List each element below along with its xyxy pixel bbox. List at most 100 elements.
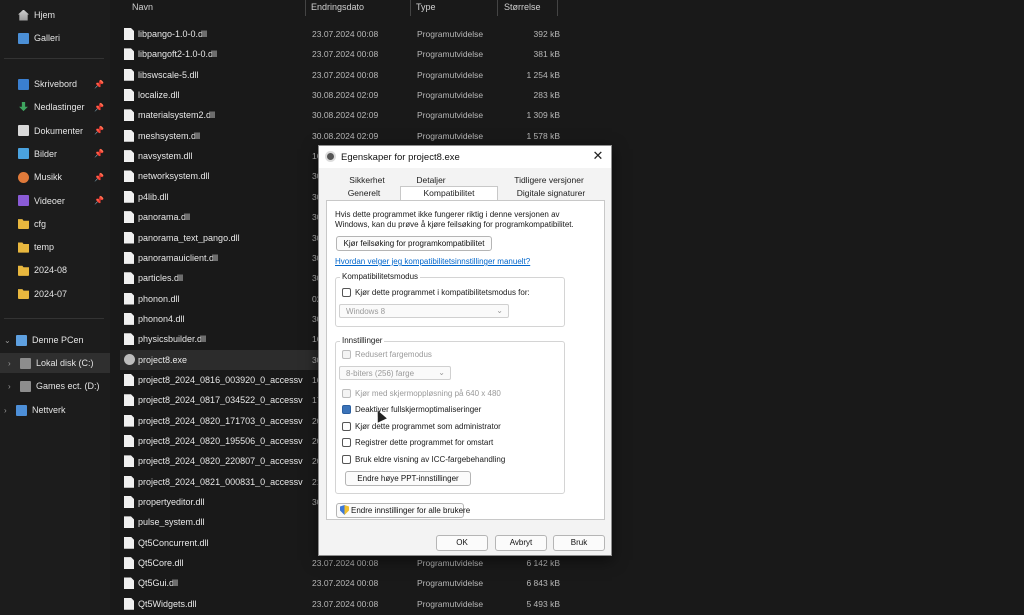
file-row[interactable]: localize.dll 30.08.2024 02:09 Programutvid… [120, 85, 572, 105]
sidebar-item-label: 2024-08 [34, 265, 68, 276]
properties-dialog: Egenskaper for project8.exe ✕ Sikkerhet … [318, 145, 612, 556]
reduced-color-checkbox[interactable] [342, 350, 351, 359]
column-header-name[interactable]: Navn [132, 2, 153, 12]
column-header-type[interactable]: Type [416, 2, 436, 12]
high-dpi-settings-button[interactable]: Endre høye PPT-innstillinger [345, 471, 471, 486]
column-separator[interactable] [410, 0, 411, 16]
dll-file-icon [124, 312, 134, 325]
file-row[interactable]: materialsystem2.dll 30.08.2024 02:09 Progr… [120, 105, 572, 125]
dll-file-icon [124, 211, 134, 224]
ok-button[interactable]: OK [436, 535, 488, 551]
file-type: Programutvidelse [417, 69, 484, 80]
sidebar-item-temp[interactable]: temp [0, 237, 110, 257]
chevron-icon[interactable]: › [4, 406, 14, 415]
column-header-date[interactable]: Endringsdato [311, 2, 364, 12]
file-row[interactable]: meshsystem.dll 30.08.2024 02:09 Programutv… [120, 126, 572, 146]
column-header-size[interactable]: Størrelse [504, 2, 541, 12]
compatibility-mode-checkbox[interactable] [342, 288, 351, 297]
drive-icon [20, 357, 31, 369]
file-date: 23.07.2024 00:08 [312, 49, 379, 60]
color-depth-value: 8-biters (256) farge [346, 369, 415, 378]
disable-fullscreen-checkbox[interactable] [342, 405, 351, 414]
tab-security[interactable]: Sikkerhet [337, 174, 397, 188]
music-icon [18, 171, 29, 183]
legacy-icc-checkbox[interactable] [342, 455, 351, 464]
chevron-icon[interactable]: › [8, 382, 18, 391]
column-separator[interactable] [497, 0, 498, 16]
dll-file-icon [124, 496, 134, 509]
pin-icon: 📌 [94, 79, 104, 89]
file-name: meshsystem.dll [138, 130, 201, 141]
compatibility-os-select[interactable]: Windows 8 ⌄ [339, 304, 509, 318]
dll-file-icon [124, 414, 134, 427]
resolution-640-label[interactable]: Kjør med skjermoppløsning på 640 x 480 [355, 389, 501, 398]
sidebar-item-2024-08[interactable]: 2024-08 [0, 260, 110, 280]
sidebar-item-label: Bilder [34, 148, 58, 159]
sidebar-item-label: Denne PCen [32, 335, 84, 345]
dialog-titlebar[interactable]: Egenskaper for project8.exe ✕ [319, 146, 611, 168]
sidebar-item-label: Hjem [34, 10, 56, 20]
file-size: 1 254 kB [526, 69, 560, 80]
register-restart-checkbox[interactable] [342, 438, 351, 447]
file-row[interactable]: Qt5Core.dll 23.07.2024 00:08 Programutvide… [120, 553, 572, 573]
run-as-admin-label[interactable]: Kjør dette programmet som administrator [355, 422, 501, 431]
file-type: Programutvidelse [417, 110, 484, 121]
sidebar-item-nettverk[interactable]: › Nettverk [0, 400, 110, 420]
dll-file-icon [124, 597, 134, 610]
videos-icon [18, 195, 29, 206]
resolution-640-checkbox[interactable] [342, 389, 351, 398]
file-name: project8_2024_0817_034522_0_accessviola.… [138, 395, 303, 406]
sidebar-item-galleri[interactable]: Galleri [0, 28, 110, 48]
sidebar-item-videoer[interactable]: Videoer 📌 [0, 191, 110, 211]
compatibility-mode-checkbox-label[interactable]: Kjør dette programmet i kompatibilitetsm… [355, 288, 530, 297]
color-depth-select[interactable]: 8-biters (256) farge ⌄ [339, 366, 451, 380]
file-type: Programutvidelse [417, 598, 484, 609]
file-row[interactable]: libpangoft2-1.0-0.dll 23.07.2024 00:08 Pro… [120, 44, 572, 64]
file-row[interactable]: Qt5Gui.dll 23.07.2024 00:08 Programutvidel… [120, 573, 572, 593]
file-name: panorama.dll [138, 212, 191, 223]
pc-icon [16, 334, 27, 346]
file-row[interactable]: libswscale-5.dll 23.07.2024 00:08 Programu… [120, 65, 572, 85]
sidebar-item-hjem[interactable]: Hjem [0, 5, 110, 25]
dialog-title: Egenskaper for project8.exe [341, 152, 460, 163]
pin-icon: 📌 [94, 196, 104, 205]
file-row[interactable]: Qt5Widgets.dll 23.07.2024 00:08 Programutv… [120, 594, 572, 614]
manual-settings-link[interactable]: Hvordan velger jeg kompatibilitetsinnsti… [335, 257, 530, 266]
tab-previous-versions[interactable]: Tidligere versjoner [499, 174, 599, 188]
gallery-icon [18, 32, 29, 44]
sidebar-item-cfg[interactable]: cfg [0, 214, 110, 234]
file-name: phonon.dll [138, 293, 180, 304]
column-separator[interactable] [305, 0, 306, 16]
file-name: libswscale-5.dll [138, 69, 199, 80]
sidebar-item-lokal-disk-c[interactable]: › Lokal disk (C:) [0, 353, 110, 373]
sidebar-item-nedlastinger[interactable]: Nedlastinger 📌 [0, 97, 110, 117]
file-row[interactable]: libpango-1.0-0.dll 23.07.2024 00:08 Progra… [120, 24, 572, 44]
cancel-button[interactable]: Avbryt [495, 535, 547, 551]
sidebar-item-dokumenter[interactable]: Dokumenter 📌 [0, 121, 110, 141]
column-separator[interactable] [557, 0, 558, 16]
apply-button[interactable]: Bruk [553, 535, 605, 551]
close-icon[interactable]: ✕ [590, 148, 606, 164]
register-restart-label[interactable]: Registrer dette programmet for omstart [355, 438, 493, 447]
file-name: project8_2024_0820_195506_0_accessviola.… [138, 436, 303, 446]
sidebar-item-musikk[interactable]: Musikk 📌 [0, 167, 110, 187]
change-all-users-button[interactable]: Endre innstillinger for alle brukere [336, 503, 470, 518]
sidebar-item-bilder[interactable]: Bilder 📌 [0, 144, 110, 164]
settings-group-label: Innstillinger [340, 336, 385, 345]
tab-digital-signatures[interactable]: Digitale signaturer [501, 187, 601, 201]
sidebar-item-denne-pcen[interactable]: ⌄ Denne PCen [0, 330, 110, 350]
sidebar-item-2024-07[interactable]: 2024-07 [0, 284, 110, 304]
sidebar-item-games-ect-d[interactable]: › Games ect. (D:) [0, 376, 110, 396]
reduced-color-label[interactable]: Redusert fargemodus [355, 350, 432, 359]
tab-compatibility[interactable]: Kompatibilitet [400, 186, 498, 201]
tab-general[interactable]: Generelt [329, 187, 399, 201]
chevron-icon[interactable]: › [8, 359, 18, 368]
sidebar-item-skrivebord[interactable]: Skrivebord 📌 [0, 74, 110, 94]
troubleshoot-button[interactable]: Kjør feilsøking for programkompatibilite… [336, 236, 492, 251]
downloads-icon [19, 101, 28, 112]
sidebar-item-label: Dokumenter [34, 125, 84, 136]
run-as-admin-checkbox[interactable] [342, 422, 351, 431]
dll-file-icon [124, 129, 134, 142]
legacy-icc-label[interactable]: Bruk eldre visning av ICC-fargebehandlin… [355, 455, 505, 464]
chevron-icon[interactable]: ⌄ [4, 336, 14, 345]
